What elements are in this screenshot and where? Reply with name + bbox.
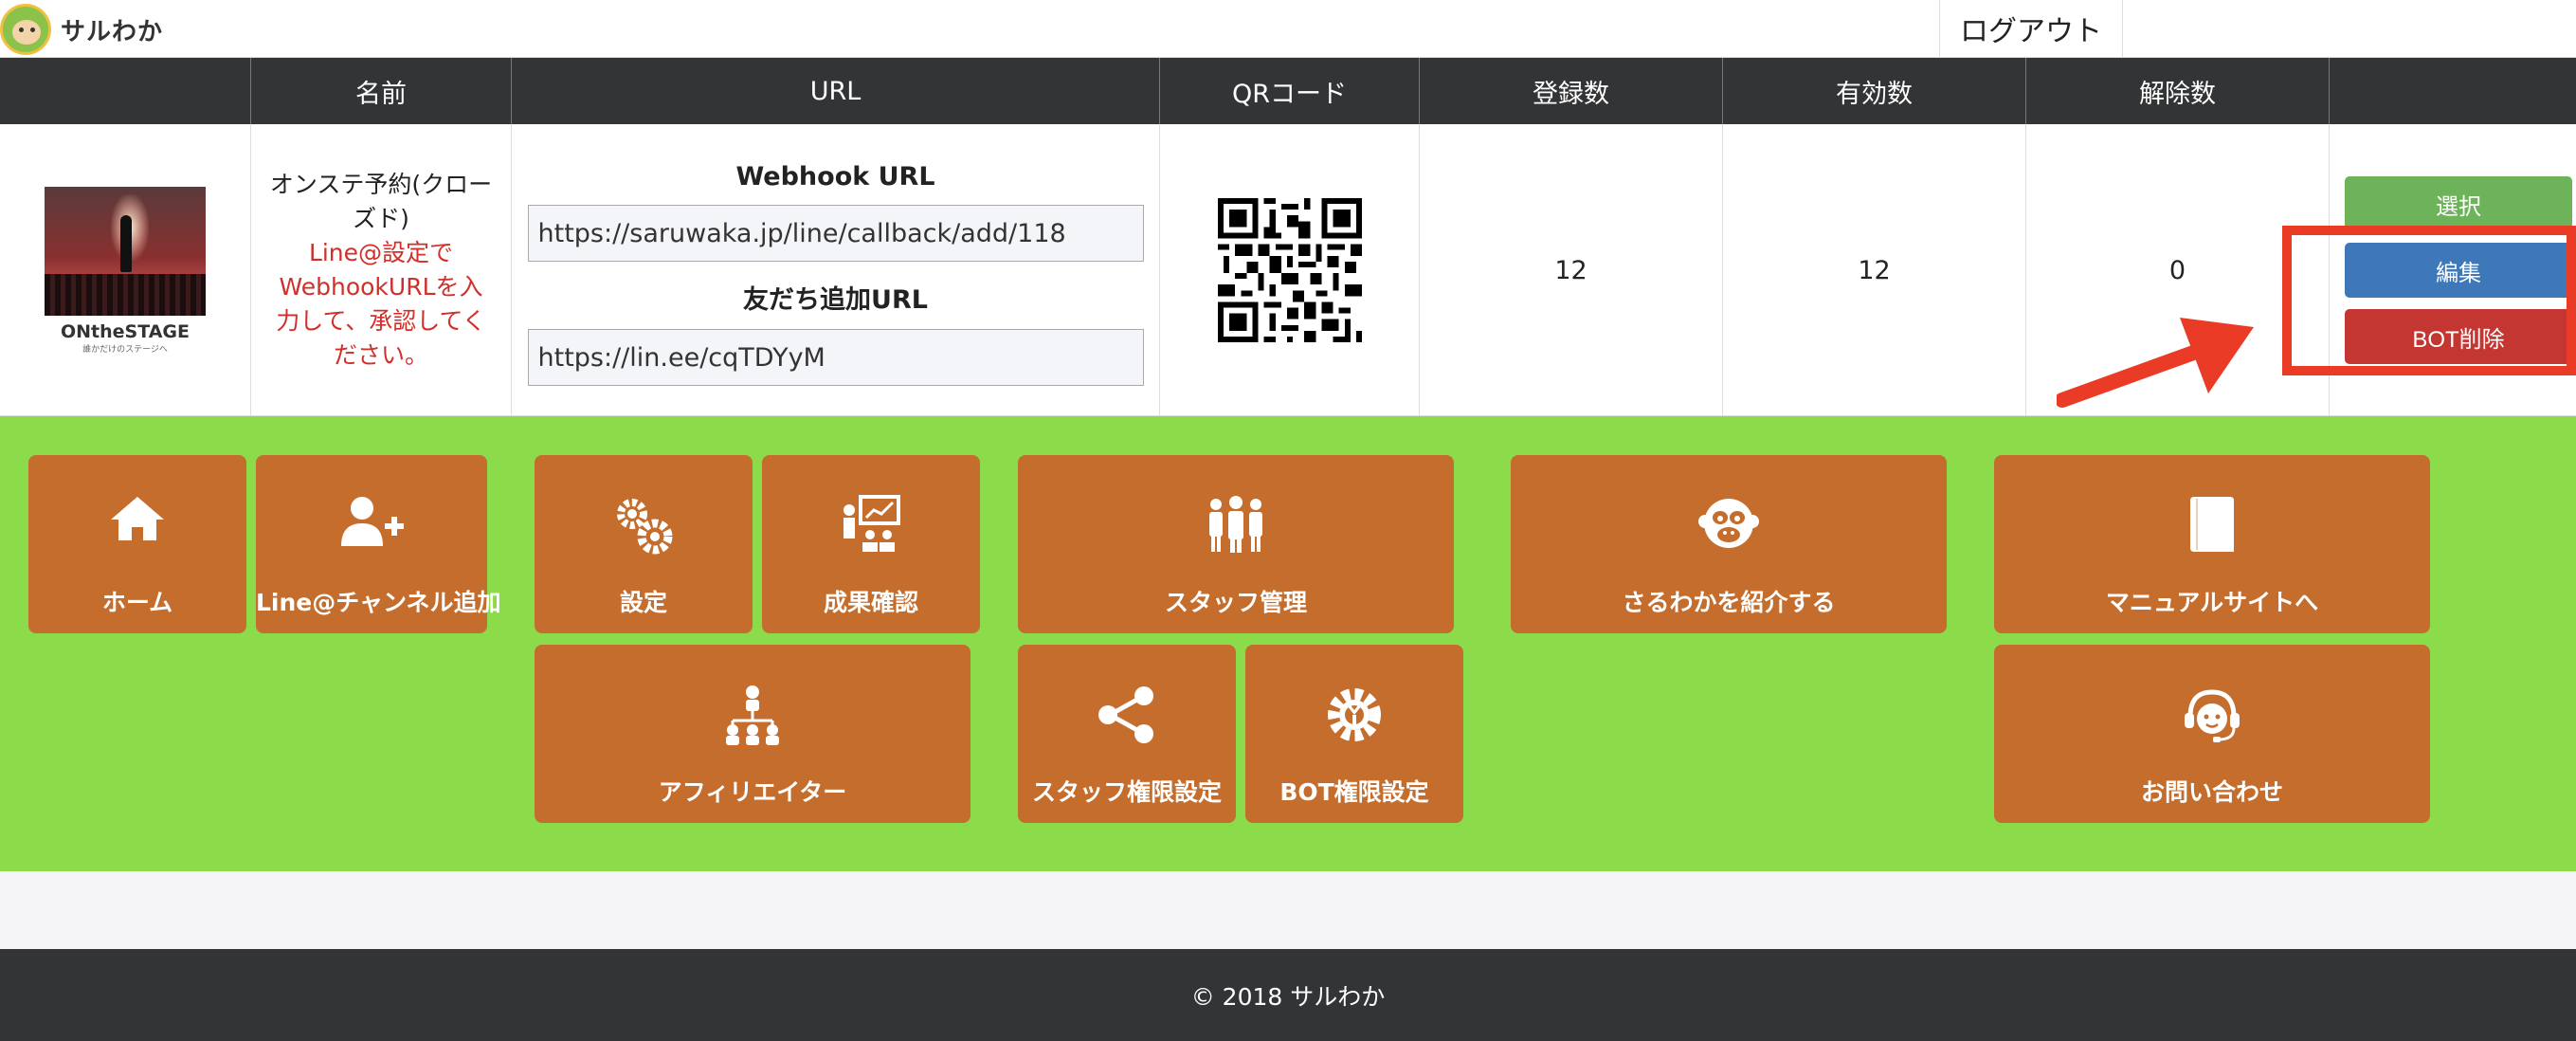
header-registered: 登録数 bbox=[1419, 58, 1722, 124]
thumbnail-subtitle: 誰かだけのステージへ bbox=[82, 344, 168, 355]
table-header: 名前 URL QRコード 登録数 有効数 解除数 bbox=[0, 58, 2576, 124]
menu-results-label: 成果確認 bbox=[823, 589, 918, 616]
staff-group-icon bbox=[1209, 496, 1262, 553]
menu-manual-label: マニュアルサイトへ bbox=[2105, 589, 2319, 616]
menu-affiliate-label: アフィリエイター bbox=[658, 778, 847, 806]
share-icon bbox=[1098, 686, 1153, 743]
headset-support-icon bbox=[2185, 689, 2240, 742]
menu-staff[interactable]: スタッフ管理 bbox=[1018, 455, 1454, 633]
name-cell: オンステ予約(クロー ズド) Line@設定で WebhookURLを入 力して… bbox=[250, 124, 511, 416]
menu-home-label: ホーム bbox=[101, 589, 173, 616]
qr-cell bbox=[1159, 124, 1419, 416]
bot-name-line2: ズド) bbox=[353, 205, 409, 232]
webhook-url-label: Webhook URL bbox=[735, 162, 935, 192]
menu-contact-label: お問い合わせ bbox=[2140, 778, 2283, 806]
friend-url-label: 友だち追加URL bbox=[743, 285, 928, 315]
header-thumbnail bbox=[0, 58, 250, 124]
header-actions bbox=[2329, 58, 2576, 124]
menu-bot-permission[interactable]: BOT権限設定 bbox=[1245, 645, 1463, 823]
menu-add-channel-label: Line@チャンネル追加 bbox=[256, 589, 501, 616]
home-icon bbox=[111, 497, 164, 540]
logo[interactable]: サルわか bbox=[0, 4, 163, 55]
active-cell: 12 bbox=[1722, 124, 2025, 416]
menu-results[interactable]: 成果確認 bbox=[762, 455, 980, 633]
network-users-icon bbox=[726, 685, 779, 745]
logout-button[interactable]: ログアウト bbox=[1939, 0, 2123, 57]
menu-staff-permission-label: スタッフ権限設定 bbox=[1031, 778, 1222, 806]
menu-settings-label: 設定 bbox=[619, 589, 667, 616]
menu-add-channel[interactable]: Line@チャンネル追加 bbox=[256, 455, 501, 633]
menu-introduce[interactable]: さるわかを紹介する bbox=[1511, 455, 1947, 633]
thumbnail-brand: ONtheSTAGE bbox=[61, 320, 190, 342]
registered-count: 12 bbox=[1554, 255, 1587, 285]
logo-text: サルわか bbox=[61, 17, 164, 46]
highlight-annotation bbox=[2282, 226, 2576, 375]
menu-bot-permission-label: BOT権限設定 bbox=[1279, 778, 1429, 806]
header-url: URL bbox=[511, 58, 1159, 124]
bot-thumbnail bbox=[45, 186, 206, 316]
menu-settings[interactable]: 設定 bbox=[535, 455, 753, 633]
warning-line1: Line@設定で bbox=[308, 239, 454, 266]
monkey-logo-icon bbox=[0, 4, 51, 55]
friend-url-input[interactable] bbox=[527, 329, 1144, 386]
book-icon bbox=[2190, 497, 2234, 552]
bot-name-line1: オンステ予約(クロー bbox=[269, 171, 493, 198]
menu-manual[interactable]: マニュアルサイトへ bbox=[1994, 455, 2430, 633]
webhook-url-input[interactable] bbox=[527, 205, 1144, 262]
header-qr: QRコード bbox=[1159, 58, 1419, 124]
cancelled-count: 0 bbox=[2168, 255, 2186, 285]
select-button[interactable]: 選択 bbox=[2345, 176, 2572, 231]
menu-staff-permission[interactable]: スタッフ権限設定 bbox=[1018, 645, 1236, 823]
arrow-annotation-icon bbox=[2057, 318, 2254, 408]
footer-copyright: © 2018 サルわか bbox=[1190, 982, 1386, 1011]
header-cancelled: 解除数 bbox=[2025, 58, 2329, 124]
menu-contact[interactable]: お問い合わせ bbox=[1994, 645, 2430, 823]
gears-icon bbox=[617, 499, 673, 555]
active-count: 12 bbox=[1858, 255, 1891, 285]
menu-home[interactable]: ホーム bbox=[28, 455, 246, 633]
qr-code-icon bbox=[1217, 198, 1362, 342]
spacer bbox=[0, 871, 2576, 949]
url-cell: Webhook URL 友だち追加URL bbox=[511, 124, 1159, 416]
warning-line3: 力して、承認してく bbox=[276, 307, 486, 335]
menu-area: ホーム Line@チャンネル追加 設定 成果確認 スタッフ管理 さるわかを紹介す… bbox=[0, 416, 2576, 871]
thumbnail-cell: ONtheSTAGE 誰かだけのステージへ bbox=[0, 124, 250, 416]
warning-line4: ださい。 bbox=[333, 341, 428, 369]
menu-affiliate[interactable]: アフィリエイター bbox=[535, 645, 971, 823]
gear-wrench-icon bbox=[1328, 688, 1381, 741]
footer: © 2018 サルわか bbox=[0, 949, 2576, 1041]
menu-staff-label: スタッフ管理 bbox=[1164, 589, 1307, 616]
top-bar: サルわか ログアウト bbox=[0, 0, 2576, 58]
warning-line2: WebhookURLを入 bbox=[279, 273, 483, 301]
registered-cell: 12 bbox=[1419, 124, 1722, 416]
menu-introduce-label: さるわかを紹介する bbox=[1622, 589, 1836, 616]
header-name: 名前 bbox=[250, 58, 511, 124]
header-active: 有効数 bbox=[1722, 58, 2025, 124]
add-user-icon bbox=[341, 497, 404, 546]
monkey-icon bbox=[1698, 499, 1759, 548]
presentation-icon bbox=[844, 495, 900, 552]
